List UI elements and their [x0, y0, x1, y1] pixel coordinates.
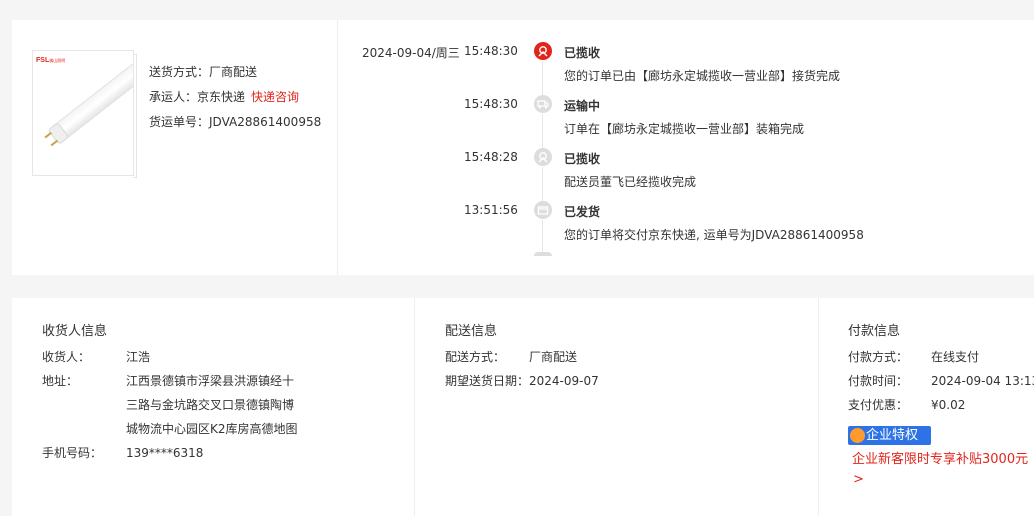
timeline-item: 15:48:28 已揽收 配送员董飞已经揽收完成 [362, 148, 1034, 201]
promo-arrow-icon[interactable]: > [853, 472, 864, 487]
timeline-connector [542, 167, 543, 201]
timeline-status: 运输中 [564, 99, 601, 113]
receiver-info-title: 收货人信息 [42, 324, 108, 339]
courier-consult-link[interactable]: 快递咨询 [251, 90, 299, 104]
delivery-date-row: 期望送货日期：2024-09-07 [445, 369, 599, 393]
receiver-name-row: 收货人： 江浩 [42, 345, 150, 369]
delivery-date-value: 2024-09-07 [529, 374, 599, 388]
shipping-method-label: 送货方式： [149, 65, 210, 79]
address-label: 地址： [42, 374, 79, 388]
receiver-info-section: 收货人信息 收货人： 江浩 地址： 江西景德镇市浮梁县洪源镇经十 三路与金坑路交叉… [12, 298, 415, 516]
payment-time-label: 付款时间： [848, 374, 909, 388]
delivery-info-section: 配送信息 配送方式： 厂商配送 期望送货日期：2024-09-07 [415, 298, 819, 516]
timeline-status: 已发货 [564, 205, 601, 219]
timeline-time: 13:51:56 [464, 203, 518, 217]
payment-discount-label: 支付优惠： [848, 398, 909, 412]
package-collected-icon [534, 148, 552, 166]
shipping-method-row: 送货方式：厂商配送 [149, 64, 321, 89]
address-line: 三路与金坑路交叉口景德镇陶博 [126, 398, 295, 412]
phone-label: 手机号码： [42, 446, 103, 460]
timeline-item: 15:48:30 运输中 订单在【廊坊永定城揽收一营业部】装箱完成 [362, 95, 1034, 148]
timeline-date: 2024-09-04/周三 [362, 46, 460, 60]
timeline-desc: 配送员董飞已经揽收完成 [564, 175, 697, 189]
tracking-number-label: 货运单号： [149, 115, 210, 129]
address-line: 江西景德镇市浮梁县洪源镇经十 [126, 374, 295, 388]
payment-time-row: 付款时间： 2024-09-04 13:13:2 [848, 369, 1034, 393]
timeline-desc: 您的订单已由【廊坊永定城揽收一营业部】接货完成 [564, 69, 841, 83]
timeline-connector [542, 61, 543, 95]
carrier-row: 承运人：京东快递 快递咨询 [149, 89, 321, 114]
receiver-name-label: 收货人： [42, 350, 91, 364]
carrier-value: 京东快递 [197, 90, 246, 104]
tracking-number-row: 货运单号：JDVA28861400958 [149, 114, 321, 139]
shipped-box-icon [534, 201, 552, 219]
timeline-item: 13:51:56 已发货 您的订单将交付京东快递, 运单号为JDVA288614… [362, 201, 1034, 254]
order-info-panel: 收货人信息 收货人： 江浩 地址： 江西景德镇市浮梁县洪源镇经十 三路与金坑路交叉… [12, 298, 1034, 516]
timeline-status: 已揽收 [564, 152, 601, 166]
enterprise-privilege-badge[interactable]: 企业特权 [848, 426, 931, 445]
phone-value: 139****6318 [126, 446, 204, 460]
payment-discount-value: ¥0.02 [931, 398, 966, 412]
package-collected-icon [534, 42, 552, 60]
receiver-name-value: 江浩 [126, 350, 151, 364]
led-tube-image [44, 63, 133, 147]
delivery-method-row: 配送方式： 厂商配送 [445, 345, 577, 369]
payment-method-label: 付款方式： [848, 350, 909, 364]
timeline-next-icon [534, 252, 552, 256]
delivery-method-label: 配送方式： [445, 350, 506, 364]
delivery-date-label: 期望送货日期： [445, 374, 530, 388]
enterprise-promo-link[interactable]: 企业新客限时专享补贴3000元 [852, 448, 1028, 467]
enterprise-badge-label: 企业特权 [866, 428, 919, 443]
shipping-info: 送货方式：厂商配送 承运人：京东快递 快递咨询 货运单号：JDVA28861400… [149, 64, 321, 139]
timeline-item: 2024-09-04/周三 15:48:30 已揽收 您的订单已由【廊坊永定城揽… [362, 42, 1034, 95]
delivery-info-title: 配送信息 [445, 324, 498, 339]
enterprise-icon [850, 428, 865, 443]
payment-info-title: 付款信息 [848, 324, 901, 339]
timeline-time: 15:48:30 [464, 44, 518, 58]
product-thumbnail[interactable]: FSL佛山照明 [32, 50, 137, 178]
timeline-time: 15:48:30 [464, 97, 518, 111]
divider [337, 20, 338, 275]
shipment-panel: FSL佛山照明 送货方式：厂商配送 承运人：京东快递 快递咨询 货运单号：JDV… [12, 20, 1034, 275]
address-value: 江西景德镇市浮梁县洪源镇经十 三路与金坑路交叉口景德镇陶博 城物流中心园区K2库… [126, 369, 298, 441]
timeline-connector [542, 114, 543, 148]
timeline-status: 已揽收 [564, 46, 601, 60]
address-line: 城物流中心园区K2库房高德地图 [126, 422, 298, 436]
carrier-label: 承运人： [149, 90, 198, 104]
delivery-method-value: 厂商配送 [529, 350, 578, 364]
timeline-desc: 您的订单将交付京东快递, 运单号为JDVA28861400958 [564, 228, 864, 242]
truck-icon [534, 95, 552, 113]
timeline-time: 15:48:28 [464, 150, 518, 164]
shipping-method-value: 厂商配送 [209, 65, 258, 79]
payment-method-row: 付款方式： 在线支付 [848, 345, 979, 369]
payment-info-section: 付款信息 付款方式： 在线支付 付款时间： 2024-09-04 13:13:2 支… [819, 298, 1034, 516]
phone-row: 手机号码： 139****6318 [42, 441, 203, 465]
payment-time-value: 2024-09-04 13:13:2 [931, 374, 1034, 388]
timeline-connector [542, 220, 543, 254]
timeline-desc: 订单在【廊坊永定城揽收一营业部】装箱完成 [564, 122, 805, 136]
payment-method-value: 在线支付 [931, 350, 980, 364]
tracking-number-value: JDVA28861400958 [209, 115, 322, 129]
payment-discount-row: 支付优惠： ¥0.02 [848, 393, 965, 417]
